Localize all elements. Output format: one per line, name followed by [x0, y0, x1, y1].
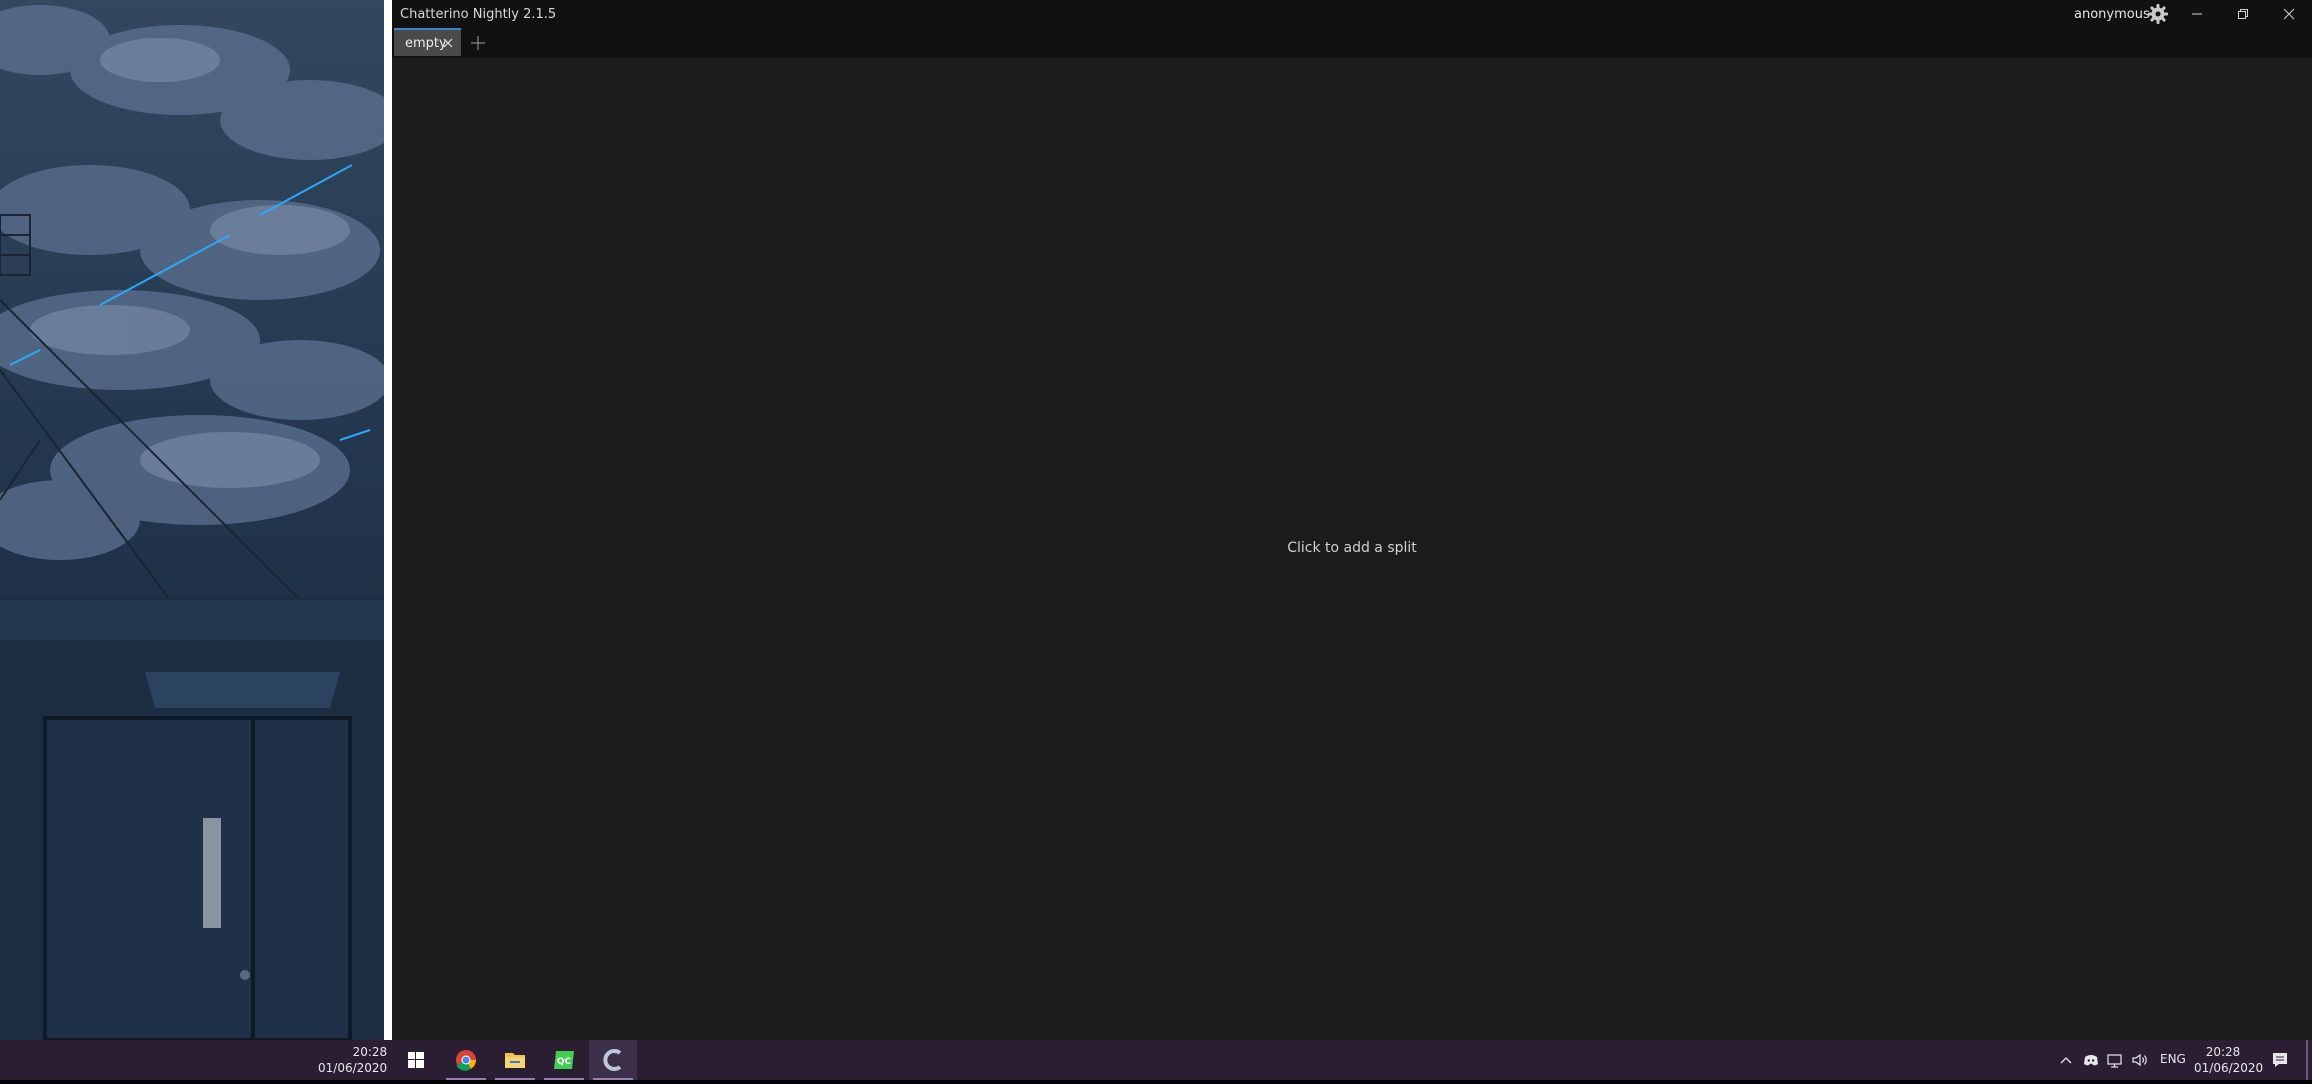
volume-icon[interactable]: [2130, 1050, 2150, 1070]
chrome-icon: [456, 1050, 477, 1071]
folder-icon: [505, 1053, 525, 1068]
taskbar-chatterino[interactable]: [589, 1040, 637, 1080]
split-container[interactable]: Click to add a split: [392, 58, 2312, 1040]
system-clock-date: 01/06/2020: [2194, 1061, 2264, 1075]
secondary-clock[interactable]: 20:28 01/06/2020: [318, 1044, 387, 1076]
chatterino-icon: [603, 1049, 622, 1071]
close-button[interactable]: [2266, 0, 2312, 28]
tab-close-icon[interactable]: [443, 38, 453, 48]
restore-icon: [2238, 9, 2248, 19]
taskbar-chrome[interactable]: [442, 1040, 490, 1080]
settings-button[interactable]: [2146, 2, 2170, 26]
window-title: Chatterino Nightly 2.1.5: [400, 7, 557, 22]
taskbar: 20:28 01/06/2020 QC ENG 20:28 01/06/2020: [0, 1040, 2312, 1080]
desktop-wallpaper: [0, 0, 384, 1040]
add-tab-icon[interactable]: [468, 33, 488, 53]
secondary-clock-date: 01/06/2020: [318, 1061, 388, 1075]
system-clock[interactable]: 20:28 01/06/2020: [2194, 1044, 2264, 1076]
wallpaper-illustration: [0, 5, 384, 1040]
monitor-separator: [384, 0, 392, 1040]
tab-label: empty: [405, 36, 447, 51]
title-bar[interactable]: Chatterino Nightly 2.1.5 anonymous: [392, 0, 2312, 28]
close-icon: [2283, 8, 2295, 20]
add-split-hint[interactable]: Click to add a split: [392, 540, 2312, 556]
tab-empty[interactable]: empty: [394, 28, 461, 56]
chatterino-window: Chatterino Nightly 2.1.5 anonymous empty…: [392, 0, 2312, 1040]
restore-button[interactable]: [2220, 0, 2266, 28]
secondary-clock-time: 20:28: [352, 1045, 388, 1059]
windows-logo-icon: [408, 1052, 424, 1068]
network-icon[interactable]: [2106, 1050, 2124, 1070]
start-button[interactable]: [392, 1040, 440, 1080]
discord-icon[interactable]: [2082, 1050, 2100, 1070]
chevron-up-icon[interactable]: [2058, 1050, 2074, 1070]
minimize-icon: [2192, 13, 2202, 15]
account-username[interactable]: anonymous: [2074, 7, 2150, 22]
svg-text:QC: QC: [557, 1057, 572, 1067]
minimize-button[interactable]: [2174, 0, 2220, 28]
input-language-indicator[interactable]: ENG: [2160, 1052, 2186, 1066]
gear-icon: [2148, 4, 2168, 24]
action-center-icon[interactable]: [2270, 1050, 2290, 1070]
system-clock-time: 20:28: [2205, 1045, 2241, 1059]
show-desktop-button[interactable]: [2306, 1040, 2308, 1080]
taskbar-qt-creator[interactable]: QC: [540, 1040, 588, 1080]
taskbar-file-explorer[interactable]: [491, 1040, 539, 1080]
tab-bar: empty: [392, 28, 2312, 86]
qt-creator-icon: QC: [554, 1051, 574, 1069]
